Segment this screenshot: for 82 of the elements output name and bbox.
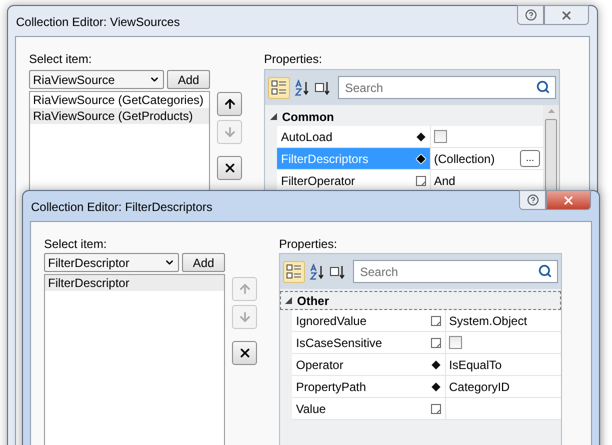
- close-button[interactable]: [546, 190, 591, 210]
- ellipsis-button[interactable]: ...: [520, 150, 540, 167]
- square-icon[interactable]: [431, 404, 441, 414]
- property-name-cell[interactable]: IgnoredValue: [292, 310, 446, 331]
- property-name: FilterDescriptors: [281, 150, 368, 168]
- property-value-cell[interactable]: IsEqualTo: [446, 354, 561, 375]
- search-field[interactable]: Search: [338, 76, 556, 99]
- square-icon[interactable]: [416, 176, 426, 186]
- close-icon: [560, 8, 573, 22]
- property-name-cell[interactable]: FilterOperator: [277, 170, 431, 191]
- remove-button[interactable]: [217, 156, 242, 180]
- close-button[interactable]: [544, 5, 589, 25]
- property-value-cell[interactable]: [446, 398, 561, 419]
- help-button[interactable]: [519, 190, 546, 210]
- square-icon[interactable]: [431, 316, 441, 326]
- add-button[interactable]: Add: [182, 253, 225, 272]
- help-button[interactable]: [517, 5, 544, 25]
- property-value-cell[interactable]: (Collection) ...: [431, 148, 543, 169]
- diamond-icon[interactable]: [416, 154, 426, 164]
- property-value-cell[interactable]: System.Object: [446, 310, 561, 331]
- move-down-icon: [238, 310, 252, 324]
- properties-label: Properties:: [279, 236, 338, 253]
- sort-alphabetical-icon[interactable]: [308, 262, 326, 280]
- move-down-icon: [222, 125, 236, 139]
- property-name: IgnoredValue: [296, 312, 366, 330]
- property-name: IsCaseSensitive: [296, 334, 382, 352]
- sort-alphabetical-icon[interactable]: [293, 78, 311, 96]
- property-name: PropertyPath: [296, 378, 366, 396]
- add-button[interactable]: Add: [167, 70, 210, 89]
- property-name-cell[interactable]: Value: [292, 398, 446, 419]
- window-title: Collection Editor: FilterDescriptors: [30, 199, 212, 216]
- category-header[interactable]: Common: [265, 107, 543, 126]
- property-value-cell[interactable]: [431, 126, 543, 147]
- move-up-icon: [222, 97, 236, 111]
- list-item[interactable]: RiaViewSource (GetProducts): [30, 108, 209, 124]
- categorized-view-icon[interactable]: [283, 260, 305, 282]
- property-value-cell[interactable]: And: [431, 170, 543, 191]
- checkbox[interactable]: [449, 336, 462, 349]
- property-value: System.Object: [449, 312, 528, 330]
- property-name: AutoLoad: [281, 128, 332, 146]
- property-value-cell[interactable]: CategoryID: [446, 376, 561, 397]
- move-up-button[interactable]: [217, 92, 242, 116]
- property-name: FilterOperator: [281, 172, 356, 190]
- search-icon: [536, 80, 550, 94]
- remove-button[interactable]: [232, 341, 257, 365]
- select-item-label: Select item:: [29, 51, 93, 68]
- property-value: IsEqualTo: [449, 356, 502, 374]
- select-item-label: Select item:: [44, 236, 108, 253]
- property-value: CategoryID: [449, 378, 510, 396]
- property-name: Value: [296, 400, 326, 418]
- property-name-cell[interactable]: PropertyPath: [292, 376, 446, 397]
- list-item[interactable]: FilterDescriptor: [45, 275, 224, 291]
- square-icon[interactable]: [431, 338, 441, 348]
- expander-icon[interactable]: [270, 113, 277, 120]
- property-value: (Collection): [434, 150, 495, 168]
- remove-icon: [238, 346, 252, 360]
- property-value: And: [434, 172, 456, 190]
- categorized-view-icon[interactable]: [268, 76, 290, 98]
- category-name: Other: [297, 292, 330, 310]
- close-icon: [562, 194, 575, 206]
- property-value-cell[interactable]: [446, 332, 561, 353]
- list-item[interactable]: RiaViewSource (GetCategories): [30, 92, 209, 108]
- property-name: Operator: [296, 356, 344, 374]
- diamond-icon[interactable]: [431, 382, 441, 392]
- search-icon: [538, 264, 552, 278]
- diamond-icon[interactable]: [431, 360, 441, 370]
- diamond-icon[interactable]: [416, 132, 426, 142]
- expander-icon[interactable]: [285, 297, 292, 304]
- properties-label: Properties:: [264, 51, 324, 68]
- checkbox[interactable]: [434, 130, 447, 143]
- type-dropdown[interactable]: RiaViewSource: [29, 70, 164, 89]
- remove-icon: [222, 161, 236, 175]
- help-icon: [524, 9, 536, 21]
- help-icon: [526, 194, 538, 206]
- property-name-cell[interactable]: Operator: [292, 354, 446, 375]
- category-name: Common: [282, 108, 334, 126]
- move-up-icon: [238, 282, 252, 296]
- property-name-cell[interactable]: AutoLoad: [277, 126, 431, 147]
- type-dropdown[interactable]: FilterDescriptor: [44, 253, 179, 272]
- window-title: Collection Editor: ViewSources: [15, 14, 180, 31]
- search-field[interactable]: Search: [353, 260, 558, 283]
- property-name-cell[interactable]: IsCaseSensitive: [292, 332, 446, 353]
